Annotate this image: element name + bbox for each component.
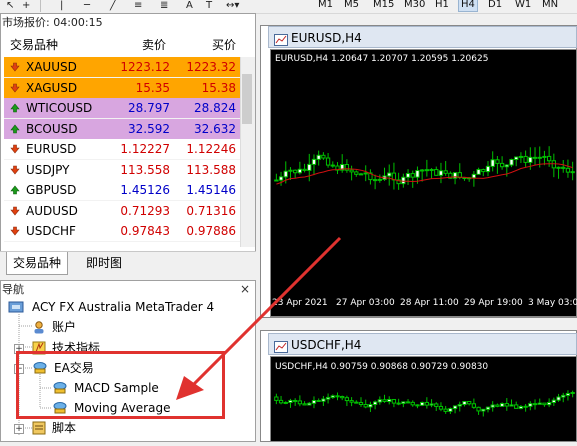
annotation-arrow <box>176 236 342 400</box>
